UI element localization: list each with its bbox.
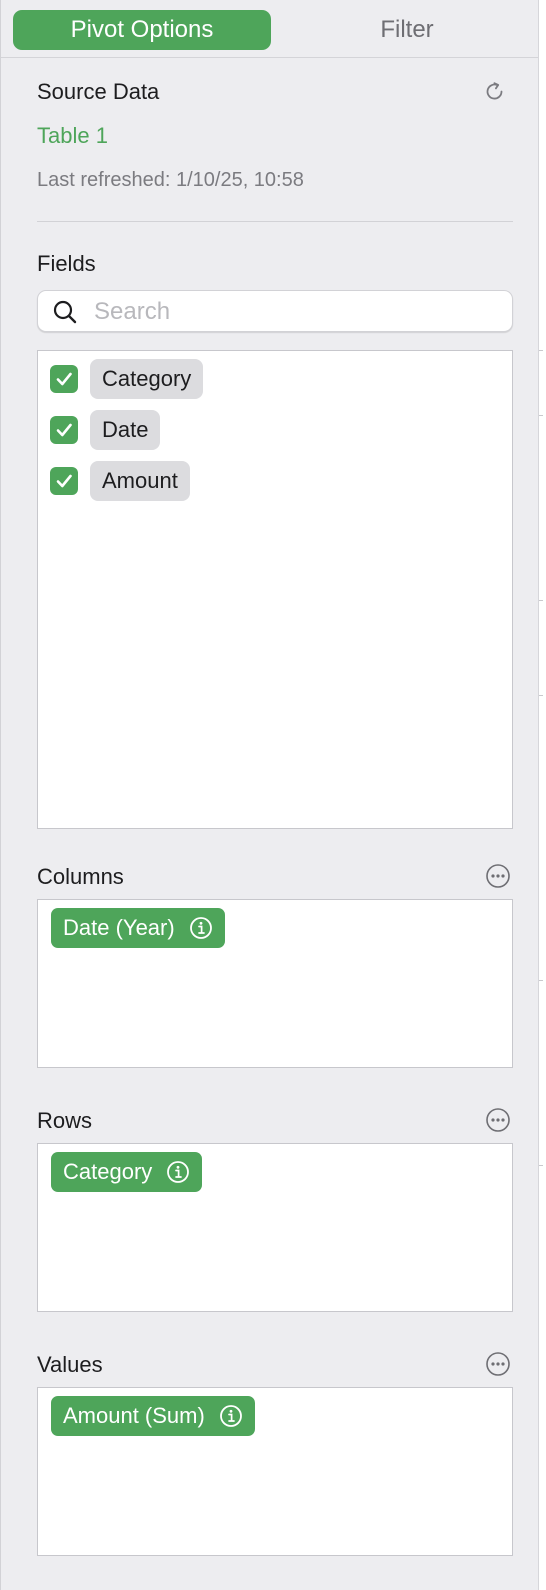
value-pill-amount-sum[interactable]: Amount (Sum): [51, 1396, 255, 1436]
tab-filter[interactable]: Filter: [281, 10, 533, 50]
rows-heading: Rows: [37, 1108, 93, 1133]
checkmark-icon: [56, 474, 72, 488]
gridline-mark: [539, 1165, 543, 1166]
field-item-date: Date: [50, 410, 161, 450]
column-pill-date-year[interactable]: Date (Year): [51, 908, 225, 948]
gridline-mark: [539, 600, 543, 601]
fields-heading: Fields: [37, 251, 96, 276]
field-item-amount: Amount: [50, 461, 190, 501]
field-item-category: Category: [50, 359, 204, 399]
search-input[interactable]: [92, 295, 496, 329]
tab-pivot-options[interactable]: Pivot Options: [13, 10, 271, 50]
info-icon[interactable]: [189, 916, 213, 940]
value-pill-label: Amount (Sum): [63, 1403, 205, 1428]
search-icon: [53, 300, 77, 324]
columns-heading: Columns: [37, 864, 124, 889]
columns-drop-zone[interactable]: Date (Year): [37, 899, 513, 1068]
info-icon[interactable]: [166, 1160, 190, 1184]
field-search: [37, 290, 513, 332]
columns-more-icon[interactable]: [485, 863, 511, 889]
source-data-heading: Source Data: [37, 79, 160, 104]
section-divider: [37, 221, 513, 222]
checkmark-icon: [56, 423, 72, 437]
tab-bar: Pivot Options Filter: [1, 0, 539, 58]
last-refreshed-text: Last refreshed: 1/10/25, 10:58: [37, 169, 304, 191]
field-pill-amount[interactable]: Amount: [90, 461, 190, 501]
field-checkbox-date[interactable]: [50, 416, 78, 444]
gridline-mark: [539, 695, 543, 696]
row-pill-label: Category: [63, 1159, 153, 1184]
fields-list: Category Date Amount: [37, 350, 513, 829]
refresh-icon[interactable]: [482, 79, 508, 105]
spreadsheet-edge: [538, 0, 546, 1590]
source-table-link[interactable]: Table 1: [37, 123, 108, 149]
info-icon[interactable]: [219, 1404, 243, 1428]
values-heading: Values: [37, 1352, 103, 1377]
row-pill-category[interactable]: Category: [51, 1152, 203, 1192]
gridline-mark: [539, 350, 543, 351]
field-checkbox-category[interactable]: [50, 365, 78, 393]
checkmark-icon: [56, 372, 72, 386]
column-pill-label: Date (Year): [63, 915, 175, 940]
field-checkbox-amount[interactable]: [50, 467, 78, 495]
field-pill-date[interactable]: Date: [90, 410, 161, 450]
values-drop-zone[interactable]: Amount (Sum): [37, 1387, 513, 1556]
rows-more-icon[interactable]: [485, 1107, 511, 1133]
field-pill-category[interactable]: Category: [90, 359, 204, 399]
gridline-mark: [539, 415, 543, 416]
rows-drop-zone[interactable]: Category: [37, 1143, 513, 1312]
pivot-sidebar: Pivot Options Filter Source Data Table 1…: [0, 0, 539, 1590]
gridline-mark: [539, 980, 543, 981]
values-more-icon[interactable]: [485, 1351, 511, 1377]
